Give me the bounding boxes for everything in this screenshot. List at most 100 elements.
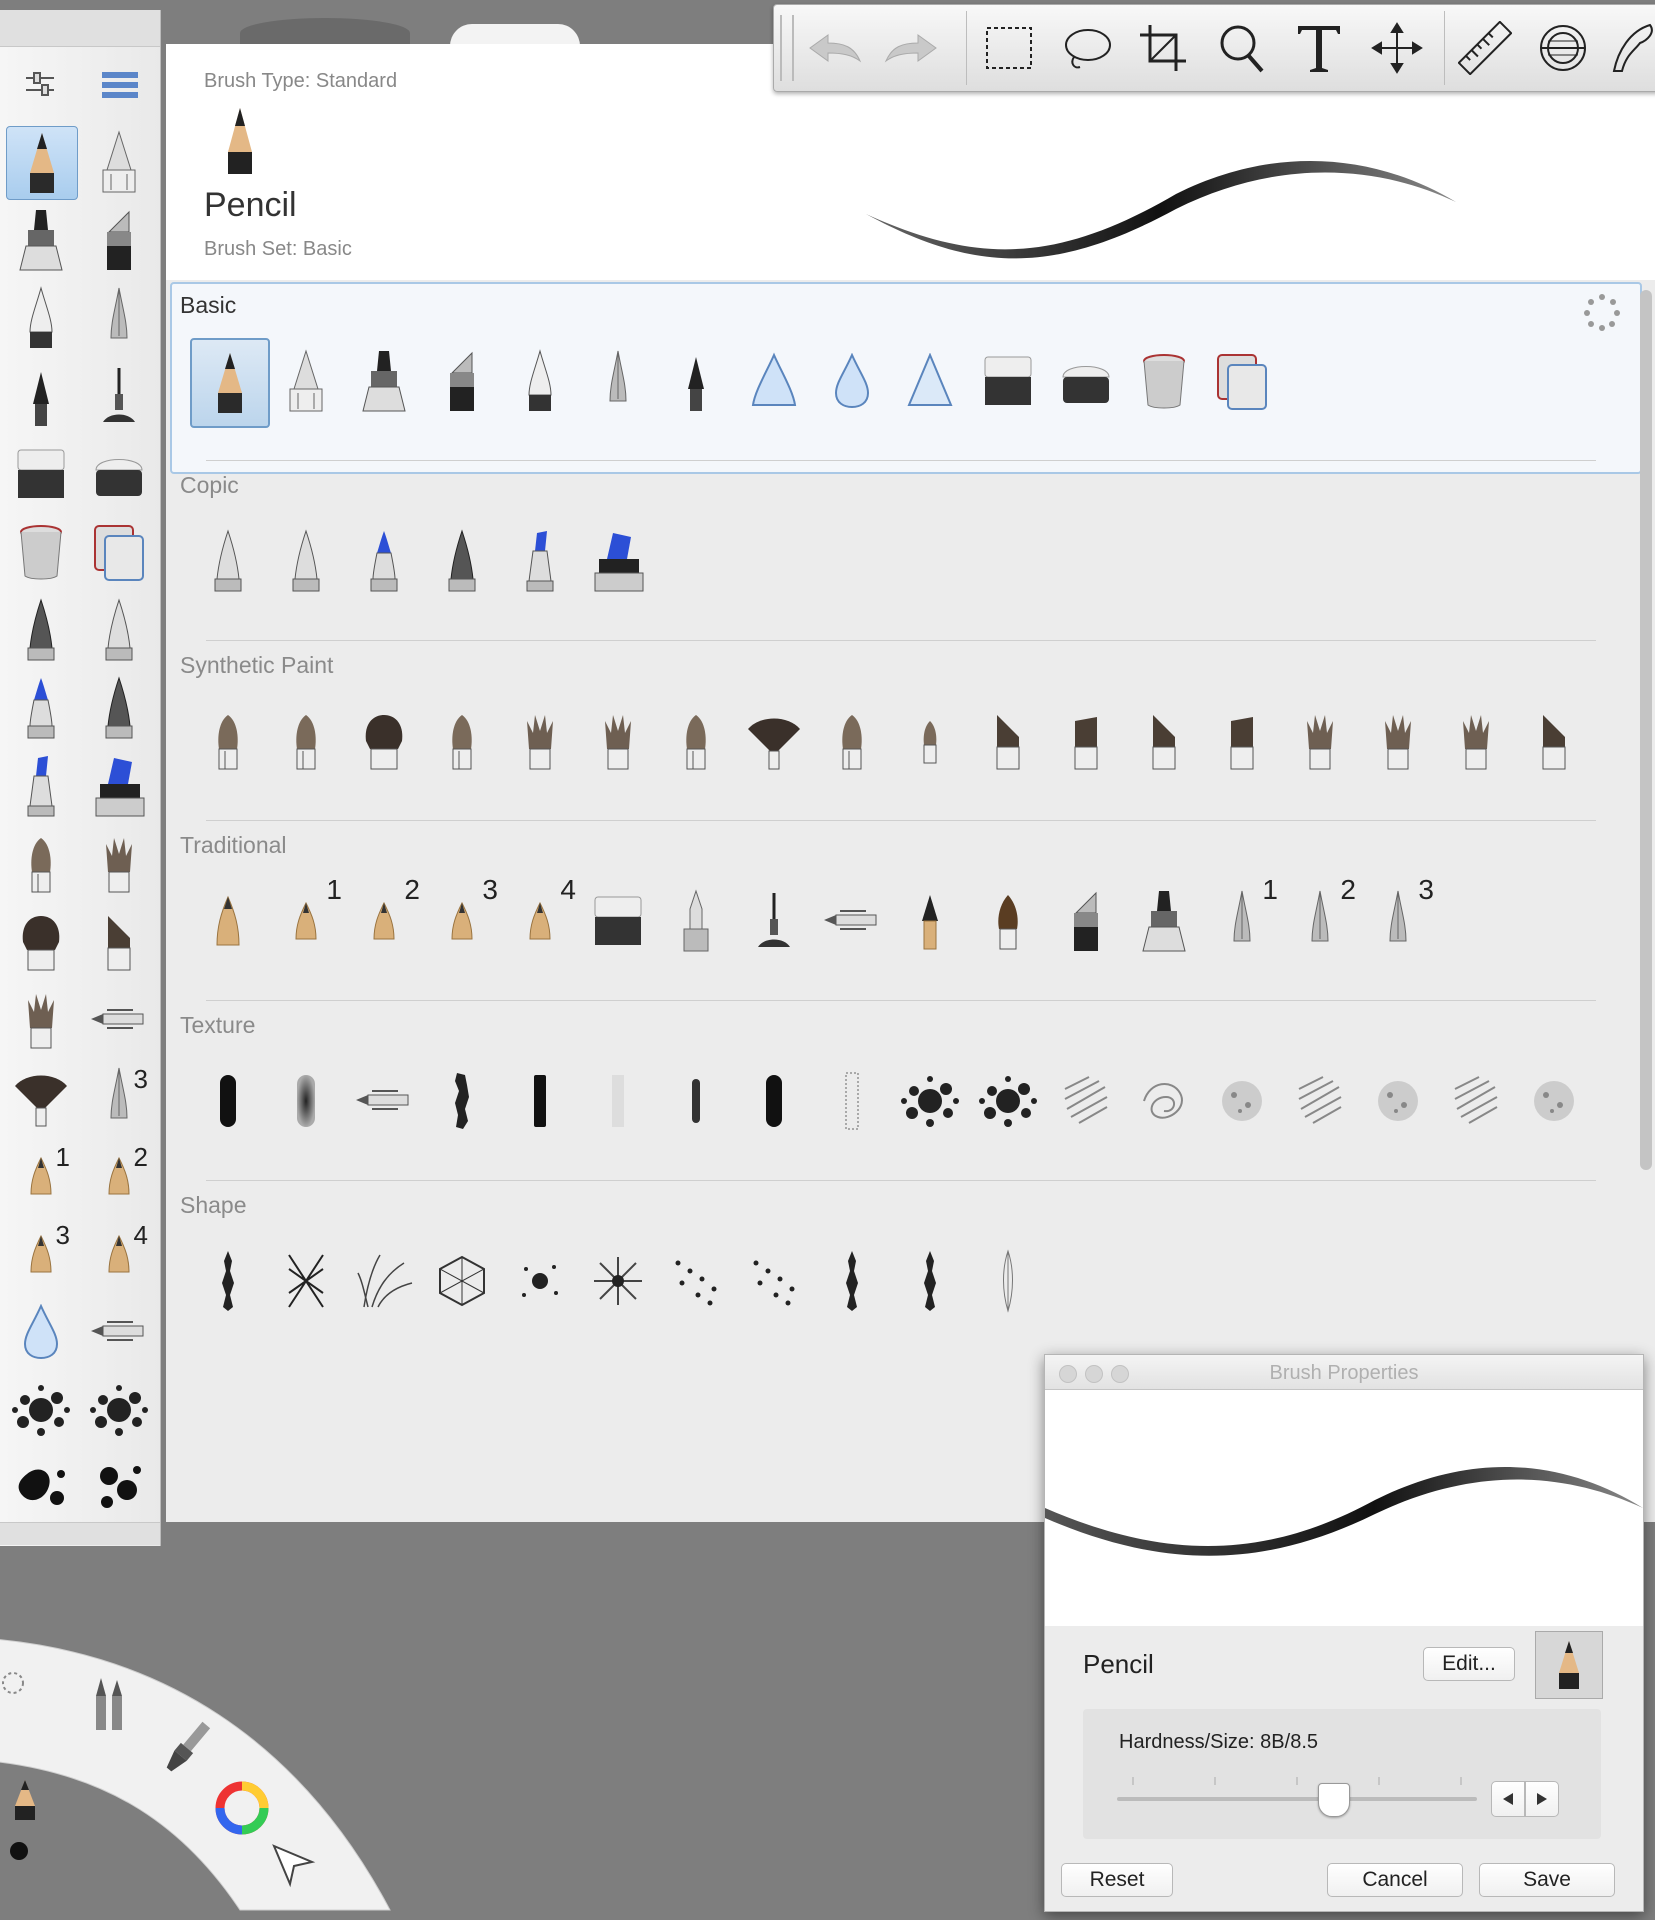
- brush-traditional-16-icon[interactable]: 3: [1360, 874, 1436, 964]
- sidebar-brush-9-icon[interactable]: [6, 438, 76, 510]
- brush-basic-11-icon[interactable]: [970, 338, 1046, 424]
- library-scrollbar[interactable]: [1640, 290, 1652, 1170]
- brush-basic-2-icon[interactable]: [268, 338, 344, 424]
- sidebar-brush-34-icon[interactable]: [84, 1374, 154, 1446]
- brush-size-dot-icon[interactable]: [4, 1836, 34, 1866]
- brush-texture-13-icon[interactable]: [1126, 1058, 1202, 1144]
- lasso-icon[interactable]: [1054, 15, 1120, 81]
- brush-traditional-7-icon[interactable]: [658, 878, 734, 964]
- brush-traditional-11-icon[interactable]: [970, 878, 1046, 964]
- brush-basic-12-icon[interactable]: [1048, 338, 1124, 424]
- brush-traditional-1-icon[interactable]: [190, 878, 266, 964]
- brush-shape-10-icon[interactable]: [892, 1238, 968, 1324]
- brush-texture-14-icon[interactable]: [1204, 1058, 1280, 1144]
- sidebar-brush-15-icon[interactable]: [6, 672, 76, 744]
- brush-basic-7-icon[interactable]: [658, 338, 734, 424]
- brush-shape-9-icon[interactable]: [814, 1238, 890, 1324]
- brush-texture-11-icon[interactable]: [970, 1058, 1046, 1144]
- brush-synthetic-paint-3-icon[interactable]: [346, 698, 422, 784]
- increase-icon[interactable]: [1525, 1781, 1559, 1817]
- brush-synthetic-paint-14-icon[interactable]: [1204, 698, 1280, 784]
- brush-settings-icon[interactable]: [0, 1668, 28, 1698]
- brush-traditional-6-icon[interactable]: [580, 878, 656, 964]
- reset-button[interactable]: Reset: [1061, 1863, 1173, 1897]
- brush-copic-5-icon[interactable]: [502, 518, 578, 604]
- brush-tool-icon[interactable]: [162, 1718, 212, 1778]
- brush-copic-2-icon[interactable]: [268, 518, 344, 604]
- sidebar-brush-26-icon[interactable]: 3: [84, 1062, 154, 1134]
- zoom-icon[interactable]: [1208, 15, 1274, 81]
- brush-traditional-14-icon[interactable]: 1: [1204, 874, 1280, 964]
- brush-texture-4-icon[interactable]: [424, 1058, 500, 1144]
- brush-texture-18-icon[interactable]: [1516, 1058, 1592, 1144]
- brush-texture-9-icon[interactable]: [814, 1058, 890, 1144]
- brush-synthetic-paint-10-icon[interactable]: [892, 698, 968, 784]
- sidebar-brush-21-icon[interactable]: [6, 906, 76, 978]
- brush-texture-12-icon[interactable]: [1048, 1058, 1124, 1144]
- sidebar-brush-23-icon[interactable]: [6, 984, 76, 1056]
- hardness-slider[interactable]: [1117, 1775, 1477, 1817]
- brush-texture-5-icon[interactable]: [502, 1058, 578, 1144]
- brush-synthetic-paint-1-icon[interactable]: [190, 698, 266, 784]
- brush-synthetic-paint-15-icon[interactable]: [1282, 698, 1358, 784]
- undo-icon[interactable]: [802, 15, 868, 81]
- properties-sliders-icon[interactable]: [22, 68, 58, 104]
- brush-synthetic-paint-4-icon[interactable]: [424, 698, 500, 784]
- sidebar-brush-7-icon[interactable]: [6, 360, 76, 432]
- sidebar-brush-22-icon[interactable]: [84, 906, 154, 978]
- sidebar-brush-35-icon[interactable]: [6, 1452, 76, 1524]
- rect-select-icon[interactable]: [976, 15, 1042, 81]
- brush-synthetic-paint-13-icon[interactable]: [1126, 698, 1202, 784]
- brush-basic-9-icon[interactable]: [814, 338, 890, 424]
- sidebar-brush-17-icon[interactable]: [6, 750, 76, 822]
- brush-copic-6-icon[interactable]: [580, 518, 656, 604]
- sidebar-brush-19-icon[interactable]: [6, 828, 76, 900]
- brush-synthetic-paint-6-icon[interactable]: [580, 698, 656, 784]
- brush-texture-16-icon[interactable]: [1360, 1058, 1436, 1144]
- brush-synthetic-paint-11-icon[interactable]: [970, 698, 1046, 784]
- brush-basic-13-icon[interactable]: [1126, 338, 1202, 424]
- sidebar-brush-27-icon[interactable]: 1: [6, 1140, 76, 1212]
- brush-synthetic-paint-18-icon[interactable]: [1516, 698, 1592, 784]
- brush-synthetic-paint-9-icon[interactable]: [814, 698, 890, 784]
- brush-traditional-5-icon[interactable]: 4: [502, 874, 578, 964]
- brush-synthetic-paint-5-icon[interactable]: [502, 698, 578, 784]
- brush-shape-3-icon[interactable]: [346, 1238, 422, 1324]
- sidebar-brush-31-icon[interactable]: [6, 1296, 76, 1368]
- save-button[interactable]: Save: [1479, 1863, 1615, 1897]
- brush-basic-1-icon[interactable]: [190, 338, 270, 428]
- brush-traditional-4-icon[interactable]: 3: [424, 874, 500, 964]
- brush-shape-4-icon[interactable]: [424, 1238, 500, 1324]
- brush-basic-4-icon[interactable]: [424, 338, 500, 424]
- brush-synthetic-paint-12-icon[interactable]: [1048, 698, 1124, 784]
- color-wheel-icon[interactable]: [214, 1780, 270, 1836]
- sidebar-brush-5-icon[interactable]: [6, 282, 76, 354]
- brush-shape-8-icon[interactable]: [736, 1238, 812, 1324]
- brush-copic-3-icon[interactable]: [346, 518, 422, 604]
- brush-basic-5-icon[interactable]: [502, 338, 578, 424]
- brush-basic-10-icon[interactable]: [892, 338, 968, 424]
- sidebar-brush-1-icon[interactable]: [6, 126, 78, 200]
- brush-traditional-15-icon[interactable]: 2: [1282, 874, 1358, 964]
- sidebar-brush-4-icon[interactable]: [84, 204, 154, 276]
- brush-traditional-8-icon[interactable]: [736, 878, 812, 964]
- brush-basic-8-icon[interactable]: [736, 338, 812, 424]
- ellipse-guide-icon[interactable]: [1530, 15, 1596, 81]
- brush-texture-1-icon[interactable]: [190, 1058, 266, 1144]
- toolbar-grip[interactable]: [780, 15, 794, 81]
- sidebar-brush-3-icon[interactable]: [6, 204, 76, 276]
- ruler-icon[interactable]: [1452, 15, 1518, 81]
- brush-synthetic-paint-7-icon[interactable]: [658, 698, 734, 784]
- brush-shape-7-icon[interactable]: [658, 1238, 734, 1324]
- brush-basic-3-icon[interactable]: [346, 338, 422, 424]
- select-arrow-icon[interactable]: [270, 1842, 316, 1888]
- sidebar-brush-2-icon[interactable]: [84, 126, 154, 198]
- brush-shape-2-icon[interactable]: [268, 1238, 344, 1324]
- brush-traditional-13-icon[interactable]: [1126, 878, 1202, 964]
- brush-basic-6-icon[interactable]: [580, 338, 656, 424]
- brush-library-icon[interactable]: [90, 1674, 130, 1734]
- brush-texture-7-icon[interactable]: [658, 1058, 734, 1144]
- brush-copic-4-icon[interactable]: [424, 518, 500, 604]
- sidebar-brush-8-icon[interactable]: [84, 360, 154, 432]
- sidebar-brush-12-icon[interactable]: [84, 516, 154, 588]
